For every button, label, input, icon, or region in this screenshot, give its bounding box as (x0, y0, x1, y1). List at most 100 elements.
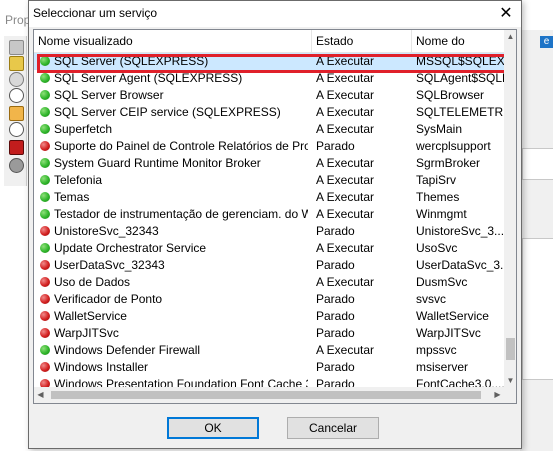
service-row[interactable]: WarpJITSvc Parado WarpJITSvc (34, 325, 504, 342)
cancel-button[interactable]: Cancelar (287, 417, 379, 439)
column-header-display-name[interactable]: Nome visualizado (34, 30, 312, 52)
service-display-name: SQL Server Browser (54, 88, 164, 102)
service-display-name-cell: Verificador de Ponto (40, 291, 308, 308)
service-state: A Executar (316, 105, 375, 119)
vertical-scroll-thumb[interactable] (506, 338, 515, 360)
refresh-icon[interactable] (9, 88, 24, 103)
service-display-name-cell: SQL Server Browser (40, 87, 308, 104)
service-row[interactable]: Testador de instrumentação de gerenciam.… (34, 206, 504, 223)
service-display-name-cell: Testador de instrumentação de gerenciam.… (40, 206, 308, 223)
column-header-state[interactable]: Estado (312, 30, 412, 52)
running-status-icon (40, 209, 50, 219)
service-name: SQLAgent$SQLEX... (416, 71, 504, 85)
service-display-name: Update Orchestrator Service (54, 241, 207, 255)
service-display-name: Superfetch (54, 122, 113, 136)
stopped-status-icon (40, 260, 50, 270)
service-name: msiserver (416, 360, 469, 374)
service-state: A Executar (316, 343, 375, 357)
magnet-icon[interactable] (9, 140, 24, 155)
stopped-status-icon (40, 226, 50, 236)
service-display-name-cell: Windows Installer (40, 359, 308, 376)
service-display-name: Temas (54, 190, 90, 204)
service-row[interactable]: Suporte do Painel de Controle Relatórios… (34, 138, 504, 155)
service-name: wercplsupport (416, 139, 491, 153)
service-display-name: Windows Defender Firewall (54, 343, 201, 357)
service-display-name-cell: Temas (40, 189, 308, 206)
service-display-name-cell: SQL Server (SQLEXPRESS) (40, 53, 308, 70)
background-tab[interactable]: e (540, 36, 553, 48)
service-state: A Executar (316, 241, 375, 255)
service-state: A Executar (316, 173, 375, 187)
service-row[interactable]: System Guard Runtime Monitor Broker A Exe… (34, 155, 504, 172)
service-display-name: SQL Server CEIP service (SQLEXPRESS) (54, 105, 281, 119)
service-state: A Executar (316, 54, 375, 68)
service-state: Parado (316, 360, 355, 374)
service-row[interactable]: UserDataSvc_32343 Parado UserDataSvc_3... (34, 257, 504, 274)
service-row[interactable]: Telefonia A Executar TapiSrv (34, 172, 504, 189)
horizontal-scrollbar[interactable]: ◀ ▶ (34, 387, 504, 403)
service-name: SysMain (416, 122, 463, 136)
service-display-name-cell: Windows Defender Firewall (40, 342, 308, 359)
scroll-left-icon[interactable]: ◀ (34, 387, 47, 403)
background-title: Prop (5, 13, 31, 27)
background-panel (522, 238, 553, 380)
service-row[interactable]: SQL Server Agent (SQLEXPRESS) A Executar S… (34, 70, 504, 87)
scroll-down-icon[interactable]: ▼ (504, 374, 516, 387)
service-name: WarpJITSvc (416, 326, 481, 340)
stopped-status-icon (40, 294, 50, 304)
service-row[interactable]: Windows Installer Parado msiserver (34, 359, 504, 376)
service-row[interactable]: Verificador de Ponto Parado svsvc (34, 291, 504, 308)
services-list[interactable]: Nome visualizado Estado Nome do serviço … (33, 29, 517, 404)
minus-icon[interactable] (9, 122, 24, 137)
service-row[interactable]: Windows Defender Firewall A Executar mpssv… (34, 342, 504, 359)
service-display-name: SQL Server Agent (SQLEXPRESS) (54, 71, 243, 85)
service-name: SQLBrowser (416, 88, 485, 102)
close-button[interactable]: ✕ (495, 3, 517, 25)
gear-icon[interactable] (9, 158, 24, 173)
scroll-up-icon[interactable]: ▲ (504, 30, 516, 43)
service-row[interactable]: Temas A Executar Themes (34, 189, 504, 206)
service-display-name-cell: System Guard Runtime Monitor Broker (40, 155, 308, 172)
service-row[interactable]: SQL Server (SQLEXPRESS) A Executar MSSQL$S… (34, 53, 504, 70)
service-display-name-cell: WarpJITSvc (40, 325, 308, 342)
scroll-right-icon[interactable]: ▶ (491, 387, 504, 403)
horizontal-scroll-thumb[interactable] (51, 391, 481, 399)
service-name: UserDataSvc_3... (416, 258, 504, 272)
service-state: Parado (316, 139, 355, 153)
service-name: mpssvc (416, 343, 457, 357)
service-display-name-cell: UnistoreSvc_32343 (40, 223, 308, 240)
service-display-name-cell: Uso de Dados (40, 274, 308, 291)
disk-icon[interactable] (9, 72, 24, 87)
service-display-name: Verificador de Ponto (54, 292, 163, 306)
service-row[interactable]: Superfetch A Executar SysMain (34, 121, 504, 138)
service-row[interactable]: WalletService Parado WalletService (34, 308, 504, 325)
stopped-status-icon (40, 362, 50, 372)
service-row[interactable]: UnistoreSvc_32343 Parado UnistoreSvc_3... (34, 223, 504, 240)
service-state: A Executar (316, 88, 375, 102)
service-state: A Executar (316, 71, 375, 85)
ok-button[interactable]: OK (167, 417, 259, 439)
vertical-scrollbar[interactable]: ▲ ▼ (504, 30, 516, 387)
service-row[interactable]: SQL Server Browser A Executar SQLBrowser (34, 87, 504, 104)
running-status-icon (40, 90, 50, 100)
service-row[interactable]: Update Orchestrator Service A Executar Uso… (34, 240, 504, 257)
column-header-service-name[interactable]: Nome do serviço (412, 30, 504, 70)
service-state: A Executar (316, 156, 375, 170)
folder-icon[interactable] (9, 56, 24, 71)
service-display-name-cell: Superfetch (40, 121, 308, 138)
service-display-name: Windows Installer (54, 360, 149, 374)
service-display-name: Uso de Dados (54, 275, 131, 289)
service-display-name: UserDataSvc_32343 (54, 258, 165, 272)
service-display-name: Telefonia (54, 173, 103, 187)
service-name: SgrmBroker (416, 156, 481, 170)
service-display-name: Testador de instrumentação de gerenciam.… (54, 207, 308, 221)
note-icon[interactable] (9, 106, 24, 121)
service-display-name: SQL Server (SQLEXPRESS) (54, 54, 209, 68)
service-display-name-cell: WalletService (40, 308, 308, 325)
person-icon[interactable] (9, 40, 24, 55)
service-row[interactable]: Uso de Dados A Executar DusmSvc (34, 274, 504, 291)
service-state: A Executar (316, 122, 375, 136)
service-row[interactable]: SQL Server CEIP service (SQLEXPRESS) A Ex… (34, 104, 504, 121)
service-name: UsoSvc (416, 241, 458, 255)
service-display-name: UnistoreSvc_32343 (54, 224, 159, 238)
